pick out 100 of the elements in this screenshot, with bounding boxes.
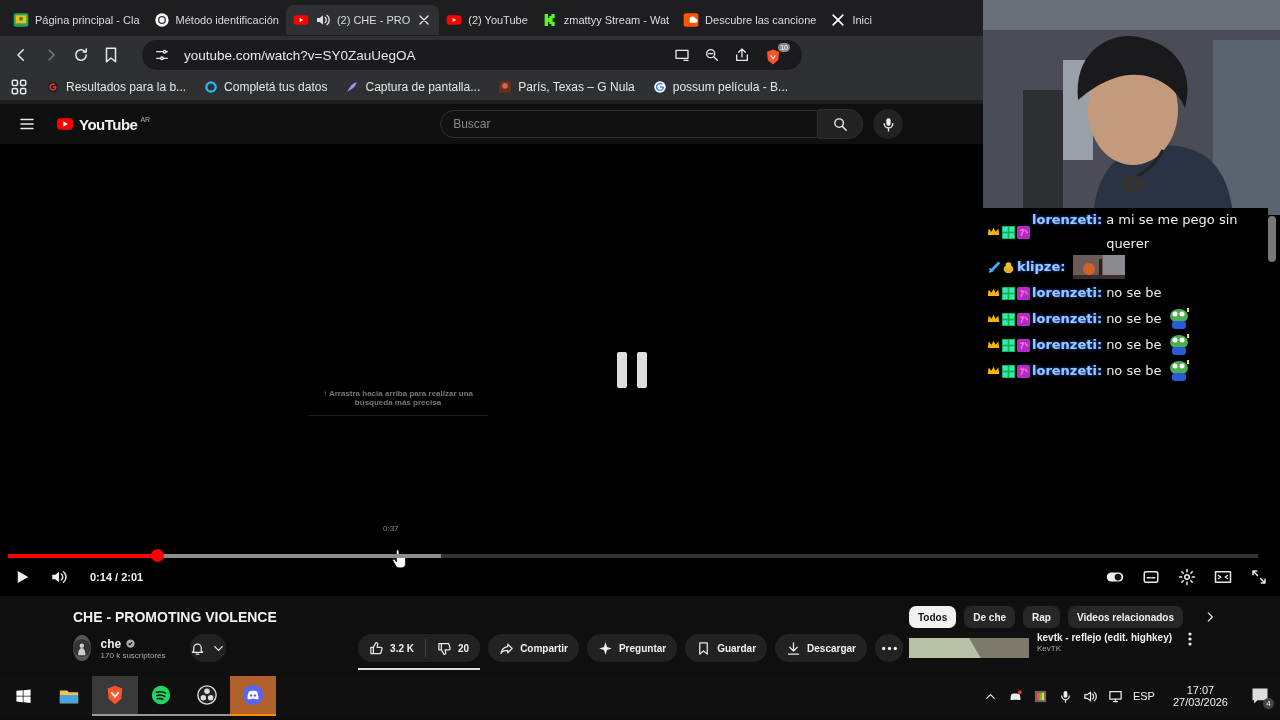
filter-chip[interactable]: Rap <box>1023 606 1060 628</box>
chat-username: lorenzeti: <box>1032 284 1103 302</box>
subscriber-badge-icon <box>1017 312 1030 326</box>
browser-tab[interactable]: Método identificación <box>146 5 286 35</box>
bookmark-item[interactable]: Resultados para la b... <box>46 80 187 94</box>
grid-badge-icon <box>1002 286 1015 300</box>
sparkle-icon <box>597 640 613 656</box>
subscriber-badge-icon <box>1017 338 1030 352</box>
time-text: 17:07 <box>1186 684 1215 696</box>
browser-tab[interactable]: Inici <box>823 5 872 35</box>
browser-tab[interactable]: (2) CHE - PRO <box>285 5 440 35</box>
subscriber-badge-icon <box>1017 364 1030 378</box>
progress-track[interactable] <box>8 554 1258 558</box>
clock[interactable]: 17:07 27/03/2026 <box>1172 684 1228 708</box>
bell-icon <box>189 640 205 656</box>
cloud-icon <box>683 12 700 28</box>
action-button[interactable]: Guardar <box>685 634 768 662</box>
speaker-icon[interactable] <box>314 12 331 28</box>
hint-text: ↑ Arrastra hacia arriba para realizar una búsqueda más precisa <box>308 389 488 416</box>
ring-icon <box>204 80 219 94</box>
settings-icon[interactable] <box>1178 568 1196 586</box>
notifications-button[interactable]: 4 <box>1250 686 1270 706</box>
browser-tab[interactable]: Descubre las cancione <box>676 5 824 35</box>
voice-search-button[interactable] <box>873 109 904 139</box>
chat-username: lorenzeti: <box>1032 211 1103 229</box>
chat-message: a mi se me pego sin querer <box>1106 211 1239 253</box>
thumbs-down-icon <box>437 640 452 656</box>
classroom-icon <box>13 12 29 28</box>
more-icon <box>881 645 897 651</box>
chat-message: no se be <box>1106 336 1162 354</box>
badge-figure-icon <box>1002 260 1015 274</box>
filter-chip[interactable]: Todos <box>909 606 957 628</box>
browser-tab[interactable]: Página principal - Cla <box>6 5 147 35</box>
chat-username: lorenzeti: <box>1032 362 1103 380</box>
filter-chip[interactable]: De che <box>964 606 1016 628</box>
reload-icon[interactable] <box>72 46 90 64</box>
chat-message: no se be <box>1106 284 1162 302</box>
subtitles-icon[interactable] <box>1142 568 1160 586</box>
browser-tab[interactable]: zmattyy Stream - Wat <box>534 5 677 35</box>
action-button[interactable]: Compartir <box>488 634 579 662</box>
subscriber-count: 170 k suscriptores <box>100 650 166 660</box>
theater-mode-icon[interactable] <box>1214 568 1232 586</box>
time-display: 0:14 / 2:01 <box>90 571 144 583</box>
bookmark-item[interactable]: París, Texas – G Nula <box>498 80 635 94</box>
zoom-out-icon[interactable] <box>704 47 720 63</box>
action-button[interactable]: Descargar <box>775 634 867 662</box>
subscriber-badge-icon <box>1017 286 1030 300</box>
fullscreen-icon[interactable] <box>1250 568 1268 586</box>
chat-username: lorenzeti: <box>1032 336 1103 354</box>
spotify-icon <box>150 684 172 706</box>
bookmark-item[interactable]: possum película - B... <box>652 80 789 94</box>
notifications-button[interactable] <box>189 634 227 662</box>
chat-message: no se be <box>1106 310 1162 328</box>
channel-name: che <box>100 636 122 651</box>
volume-icon[interactable] <box>1082 688 1098 704</box>
search-icon <box>831 115 849 133</box>
windows-icon <box>14 687 32 705</box>
app-tray-icon[interactable] <box>1032 688 1048 704</box>
chat-username: lorenzeti: <box>1032 310 1103 328</box>
search-button[interactable] <box>818 109 864 139</box>
thumbs-up-icon <box>369 640 385 656</box>
logo-text: YouTube <box>79 115 138 133</box>
apps-icon[interactable] <box>10 78 28 96</box>
grid-badge-icon <box>1002 338 1015 352</box>
obs-icon <box>196 684 218 706</box>
scrollbar-thumb[interactable] <box>1268 216 1276 262</box>
bookmark-item[interactable]: Completá tus datos <box>204 80 328 94</box>
channel-avatar[interactable] <box>73 635 91 661</box>
date-text: 27/03/2026 <box>1172 696 1228 708</box>
google-icon <box>652 80 667 94</box>
chat-message: no se be <box>1106 362 1162 380</box>
grid-badge-icon <box>1002 364 1015 378</box>
feather-icon <box>345 80 360 94</box>
language-indicator[interactable]: ESP <box>1132 690 1155 702</box>
filter-chip[interactable]: Videos relacionados <box>1067 606 1184 628</box>
download-icon <box>786 640 802 656</box>
video-title: CHE - PROMOTING VIOLENCE <box>73 609 278 625</box>
bookmark-item[interactable]: Captura de pantalla... <box>345 80 481 94</box>
play-logo-icon <box>54 116 76 132</box>
grid-badge-icon <box>1002 312 1015 326</box>
volume-icon[interactable] <box>50 568 68 586</box>
x-icon <box>830 12 847 28</box>
network-icon[interactable] <box>1107 688 1123 704</box>
cast-icon[interactable] <box>674 47 690 63</box>
sword-icon <box>987 260 1000 274</box>
browser-tab[interactable]: (2) YouTube <box>439 5 535 35</box>
more-button[interactable] <box>875 634 903 662</box>
youtube-icon <box>446 12 463 28</box>
grid-badge-icon <box>1002 225 1015 239</box>
search-field[interactable]: Buscar <box>440 110 819 138</box>
share-icon[interactable] <box>734 47 750 63</box>
site-settings-icon[interactable] <box>154 47 170 63</box>
thumbnail-icon <box>498 80 513 94</box>
lion-icon <box>764 48 782 66</box>
channel-name: KevTK <box>1037 643 1062 655</box>
action-button[interactable]: Preguntar <box>586 634 678 662</box>
progress-thumb[interactable] <box>151 549 164 562</box>
youtube-icon <box>292 12 309 28</box>
more-icon[interactable] <box>1186 632 1194 646</box>
g-icon <box>46 80 60 94</box>
